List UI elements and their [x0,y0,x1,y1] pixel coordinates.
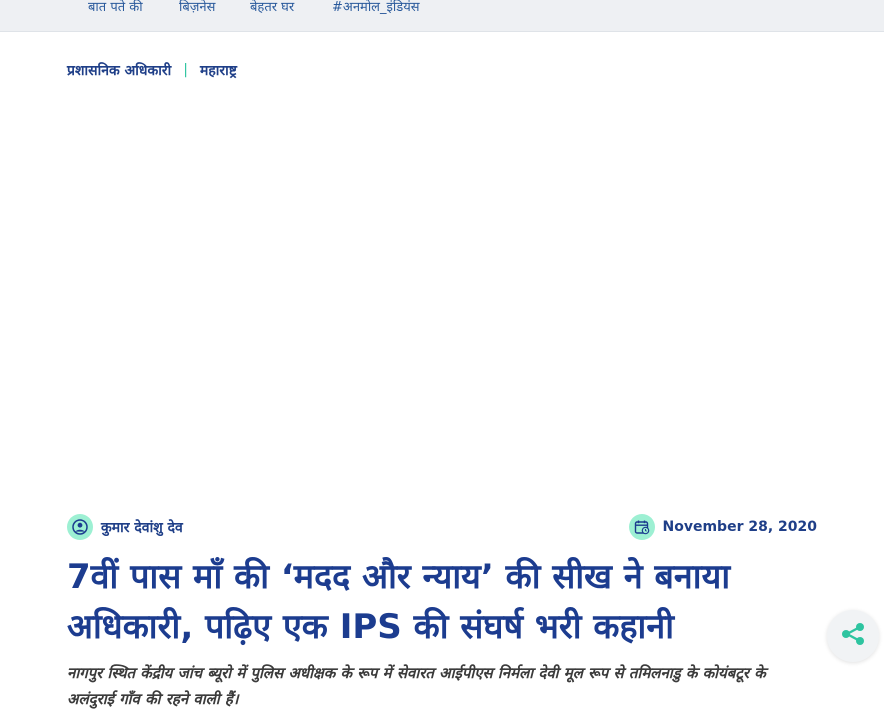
article-summary: नागपुर स्थित केंद्रीय जांच ब्यूरो में पु… [67,664,766,708]
article-title: 7वीं पास माँ की ‘मदद और न्याय’ की सीख ने… [67,557,731,647]
breadcrumb-item-administrative-officer[interactable]: प्रशासनिक अधिकारी [67,61,171,80]
breadcrumb: प्रशासनिक अधिकारी | महाराष्ट्र [67,59,237,81]
share-button[interactable] [827,610,879,662]
calendar-icon [628,514,655,540]
nav-item-business[interactable]: बिज़नेस [179,0,215,15]
nav-item-anmol-indians[interactable]: #अनमोल_इंडियंस [332,0,420,15]
nav-item-behtar-ghar[interactable]: बेहतर घर [250,0,294,15]
breadcrumb-separator: | [183,62,188,78]
share-icon [839,620,867,652]
publish-date: November 28, 2020 [628,514,817,540]
user-circle-icon [67,514,93,540]
article-meta: कुमार देवांशु देव November 28, 2020 [67,514,817,542]
nav-item-baat-pate-ki[interactable]: बात पते की [88,0,143,15]
publish-date-text: November 28, 2020 [662,519,817,535]
author-name[interactable]: कुमार देवांशु देव [101,518,183,537]
breadcrumb-item-maharashtra[interactable]: महाराष्ट्र [200,61,237,80]
featured-media-area [67,100,817,500]
top-navigation: बात पते की बिज़नेस बेहतर घर #अनमोल_इंडिय… [0,0,884,32]
author-info[interactable]: कुमार देवांशु देव [67,514,183,540]
